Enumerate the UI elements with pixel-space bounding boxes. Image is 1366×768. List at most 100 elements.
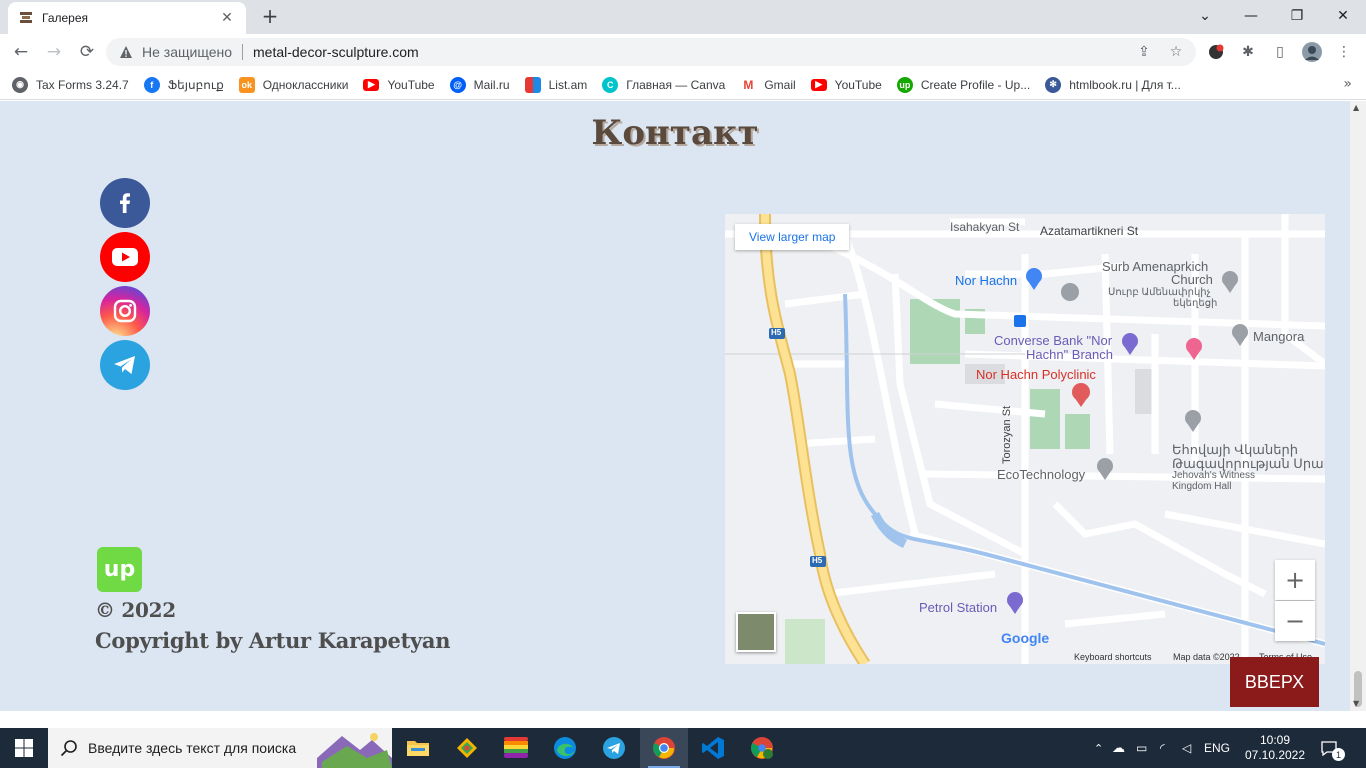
bookmark-item[interactable]: f Ֆեյսբուք [143, 76, 224, 93]
tab-close-icon[interactable]: ✕ [218, 10, 236, 26]
telegram-icon [114, 356, 135, 374]
google-logo: Google [1001, 630, 1050, 646]
keyboard-shortcuts-link[interactable]: Keyboard shortcuts [1074, 652, 1152, 662]
git-app[interactable] [443, 728, 491, 768]
bookmark-star-icon[interactable]: ☆ [1166, 42, 1186, 62]
facebook-link[interactable] [100, 178, 150, 228]
map-label: Azatamartikneri St [1040, 224, 1139, 238]
map-label: Nor Hachn [955, 273, 1018, 288]
forward-button[interactable]: → [41, 39, 67, 65]
clock-time: 10:09 [1259, 733, 1291, 747]
telegram-link[interactable] [100, 340, 150, 390]
youtube-icon: ▶ [810, 78, 827, 91]
back-button[interactable]: ← [8, 39, 34, 65]
language-indicator[interactable]: ENG [1204, 741, 1240, 755]
bookmarks-overflow-icon[interactable]: » [1343, 76, 1352, 92]
close-window-button[interactable]: ✕ [1320, 0, 1366, 32]
insecure-label: Не защищено [142, 44, 232, 60]
side-panel-icon[interactable]: ▯ [1270, 42, 1290, 62]
bookmark-item[interactable]: up Create Profile - Up... [896, 76, 1030, 93]
gitkraken-icon [457, 738, 477, 758]
telegram-icon [603, 737, 625, 759]
extensions-puzzle-icon[interactable]: ✱ [1238, 42, 1258, 62]
browser-tab[interactable]: Галерея ✕ [8, 2, 246, 34]
map-label: Mangora [1253, 329, 1305, 344]
youtube-icon: ▶ [363, 78, 380, 91]
file-explorer-app[interactable] [394, 728, 442, 768]
highway-shield: H5 [812, 556, 823, 565]
wifi-icon[interactable]: ◜ [1160, 741, 1182, 755]
telegram-app[interactable] [590, 728, 638, 768]
colorful-app[interactable] [492, 728, 540, 768]
back-to-top-button[interactable]: ВВЕРХ [1230, 657, 1319, 707]
zoom-out-button[interactable]: − [1275, 601, 1315, 641]
page-scrollbar[interactable]: ▲ ▼ [1350, 101, 1366, 711]
chrome-app[interactable] [640, 728, 688, 768]
satellite-toggle-button[interactable] [736, 612, 776, 652]
bookmark-item[interactable]: List.am [524, 76, 587, 93]
bookmark-item[interactable]: ok Одноклассники [238, 76, 348, 93]
map-label: Church [1171, 272, 1213, 287]
minimize-button[interactable]: — [1228, 0, 1274, 32]
upwork-link[interactable]: up [97, 547, 142, 592]
bookmark-item[interactable]: ▶ YouTube [810, 78, 882, 92]
mailru-icon: @ [449, 76, 466, 93]
tray-overflow-icon[interactable]: ⌃ [1094, 742, 1112, 755]
share-icon[interactable]: ⇪ [1134, 42, 1154, 62]
new-tab-button[interactable]: + [258, 5, 282, 29]
restore-button[interactable]: ❐ [1274, 0, 1320, 32]
extension-badge-icon[interactable] [1206, 42, 1226, 62]
taskbar-search-box[interactable]: Введите здесь текст для поиска [48, 728, 392, 768]
clock[interactable]: 10:09 07.10.2022 [1240, 733, 1310, 763]
edge-app[interactable] [541, 728, 589, 768]
map-canvas[interactable] [725, 214, 1325, 664]
google-map[interactable]: View larger map Isahakyan St Azatamartik… [725, 214, 1325, 664]
upwork-icon: up [896, 76, 913, 93]
view-larger-map-link[interactable]: View larger map [735, 224, 850, 250]
facebook-icon: f [143, 76, 160, 93]
instagram-link[interactable] [100, 286, 150, 336]
onedrive-cloud-icon[interactable]: ☁ [1112, 740, 1136, 756]
globe-icon: ◉ [12, 76, 28, 93]
menu-kebab-icon[interactable]: ⋮ [1334, 42, 1354, 62]
zoom-in-button[interactable]: + [1275, 560, 1315, 600]
copyright-text: Copyright by Artur Karapetyan [95, 628, 451, 653]
url-text: metal-decor-sculpture.com [253, 44, 419, 60]
battery-icon[interactable]: ▭ [1136, 741, 1160, 755]
bookmark-item[interactable]: C Главная — Canva [602, 76, 725, 93]
highway-shield: H5 [771, 328, 782, 337]
bookmark-item[interactable]: ✻ htmlbook.ru | Для т... [1045, 76, 1181, 93]
youtube-icon [112, 248, 138, 266]
map-label: Jehovah's Witness [1172, 470, 1256, 481]
bookmark-item[interactable]: ◉ Tax Forms 3.24.7 [12, 76, 129, 93]
tab-search-icon[interactable]: ⌄ [1182, 0, 1228, 32]
chrome-browser-icon [653, 737, 675, 759]
bookmark-item[interactable]: @ Mail.ru [449, 76, 510, 93]
gmail-icon: M [740, 76, 757, 93]
warning-icon[interactable] [118, 44, 134, 60]
map-label: Petrol Station [919, 600, 998, 615]
profile-avatar[interactable] [1302, 42, 1322, 62]
site-favicon-icon [18, 10, 34, 26]
address-bar[interactable]: Не защищено metal-decor-sculpture.com [106, 38, 1196, 66]
reload-button[interactable]: ⟳ [74, 39, 100, 65]
scroll-down-arrow-icon[interactable]: ▼ [1353, 699, 1359, 708]
map-label: Սուրբ Ամենափրկիչ [1108, 287, 1211, 298]
listam-icon [524, 76, 541, 93]
chrome-profile-app[interactable] [738, 728, 786, 768]
start-button[interactable] [0, 728, 48, 768]
map-label: Isahakyan St [950, 220, 1020, 234]
odnoklassniki-icon: ok [238, 76, 255, 93]
vscode-app[interactable] [689, 728, 737, 768]
bookmark-item[interactable]: M Gmail [740, 76, 796, 93]
chrome-profile-icon [751, 737, 773, 759]
folder-icon [407, 741, 429, 756]
notifications-button[interactable]: 1 [1310, 740, 1348, 761]
bookmark-item[interactable]: ▶ YouTube [363, 78, 435, 92]
youtube-link[interactable] [100, 232, 150, 282]
volume-icon[interactable]: ◁ [1182, 741, 1204, 755]
page-title: Контакт [591, 113, 759, 153]
instagram-icon [113, 299, 137, 323]
scroll-up-arrow-icon[interactable]: ▲ [1353, 103, 1359, 112]
bookmarks-bar: ◉ Tax Forms 3.24.7 f Ֆեյսբուք ok Одноклассн… [0, 70, 1366, 100]
